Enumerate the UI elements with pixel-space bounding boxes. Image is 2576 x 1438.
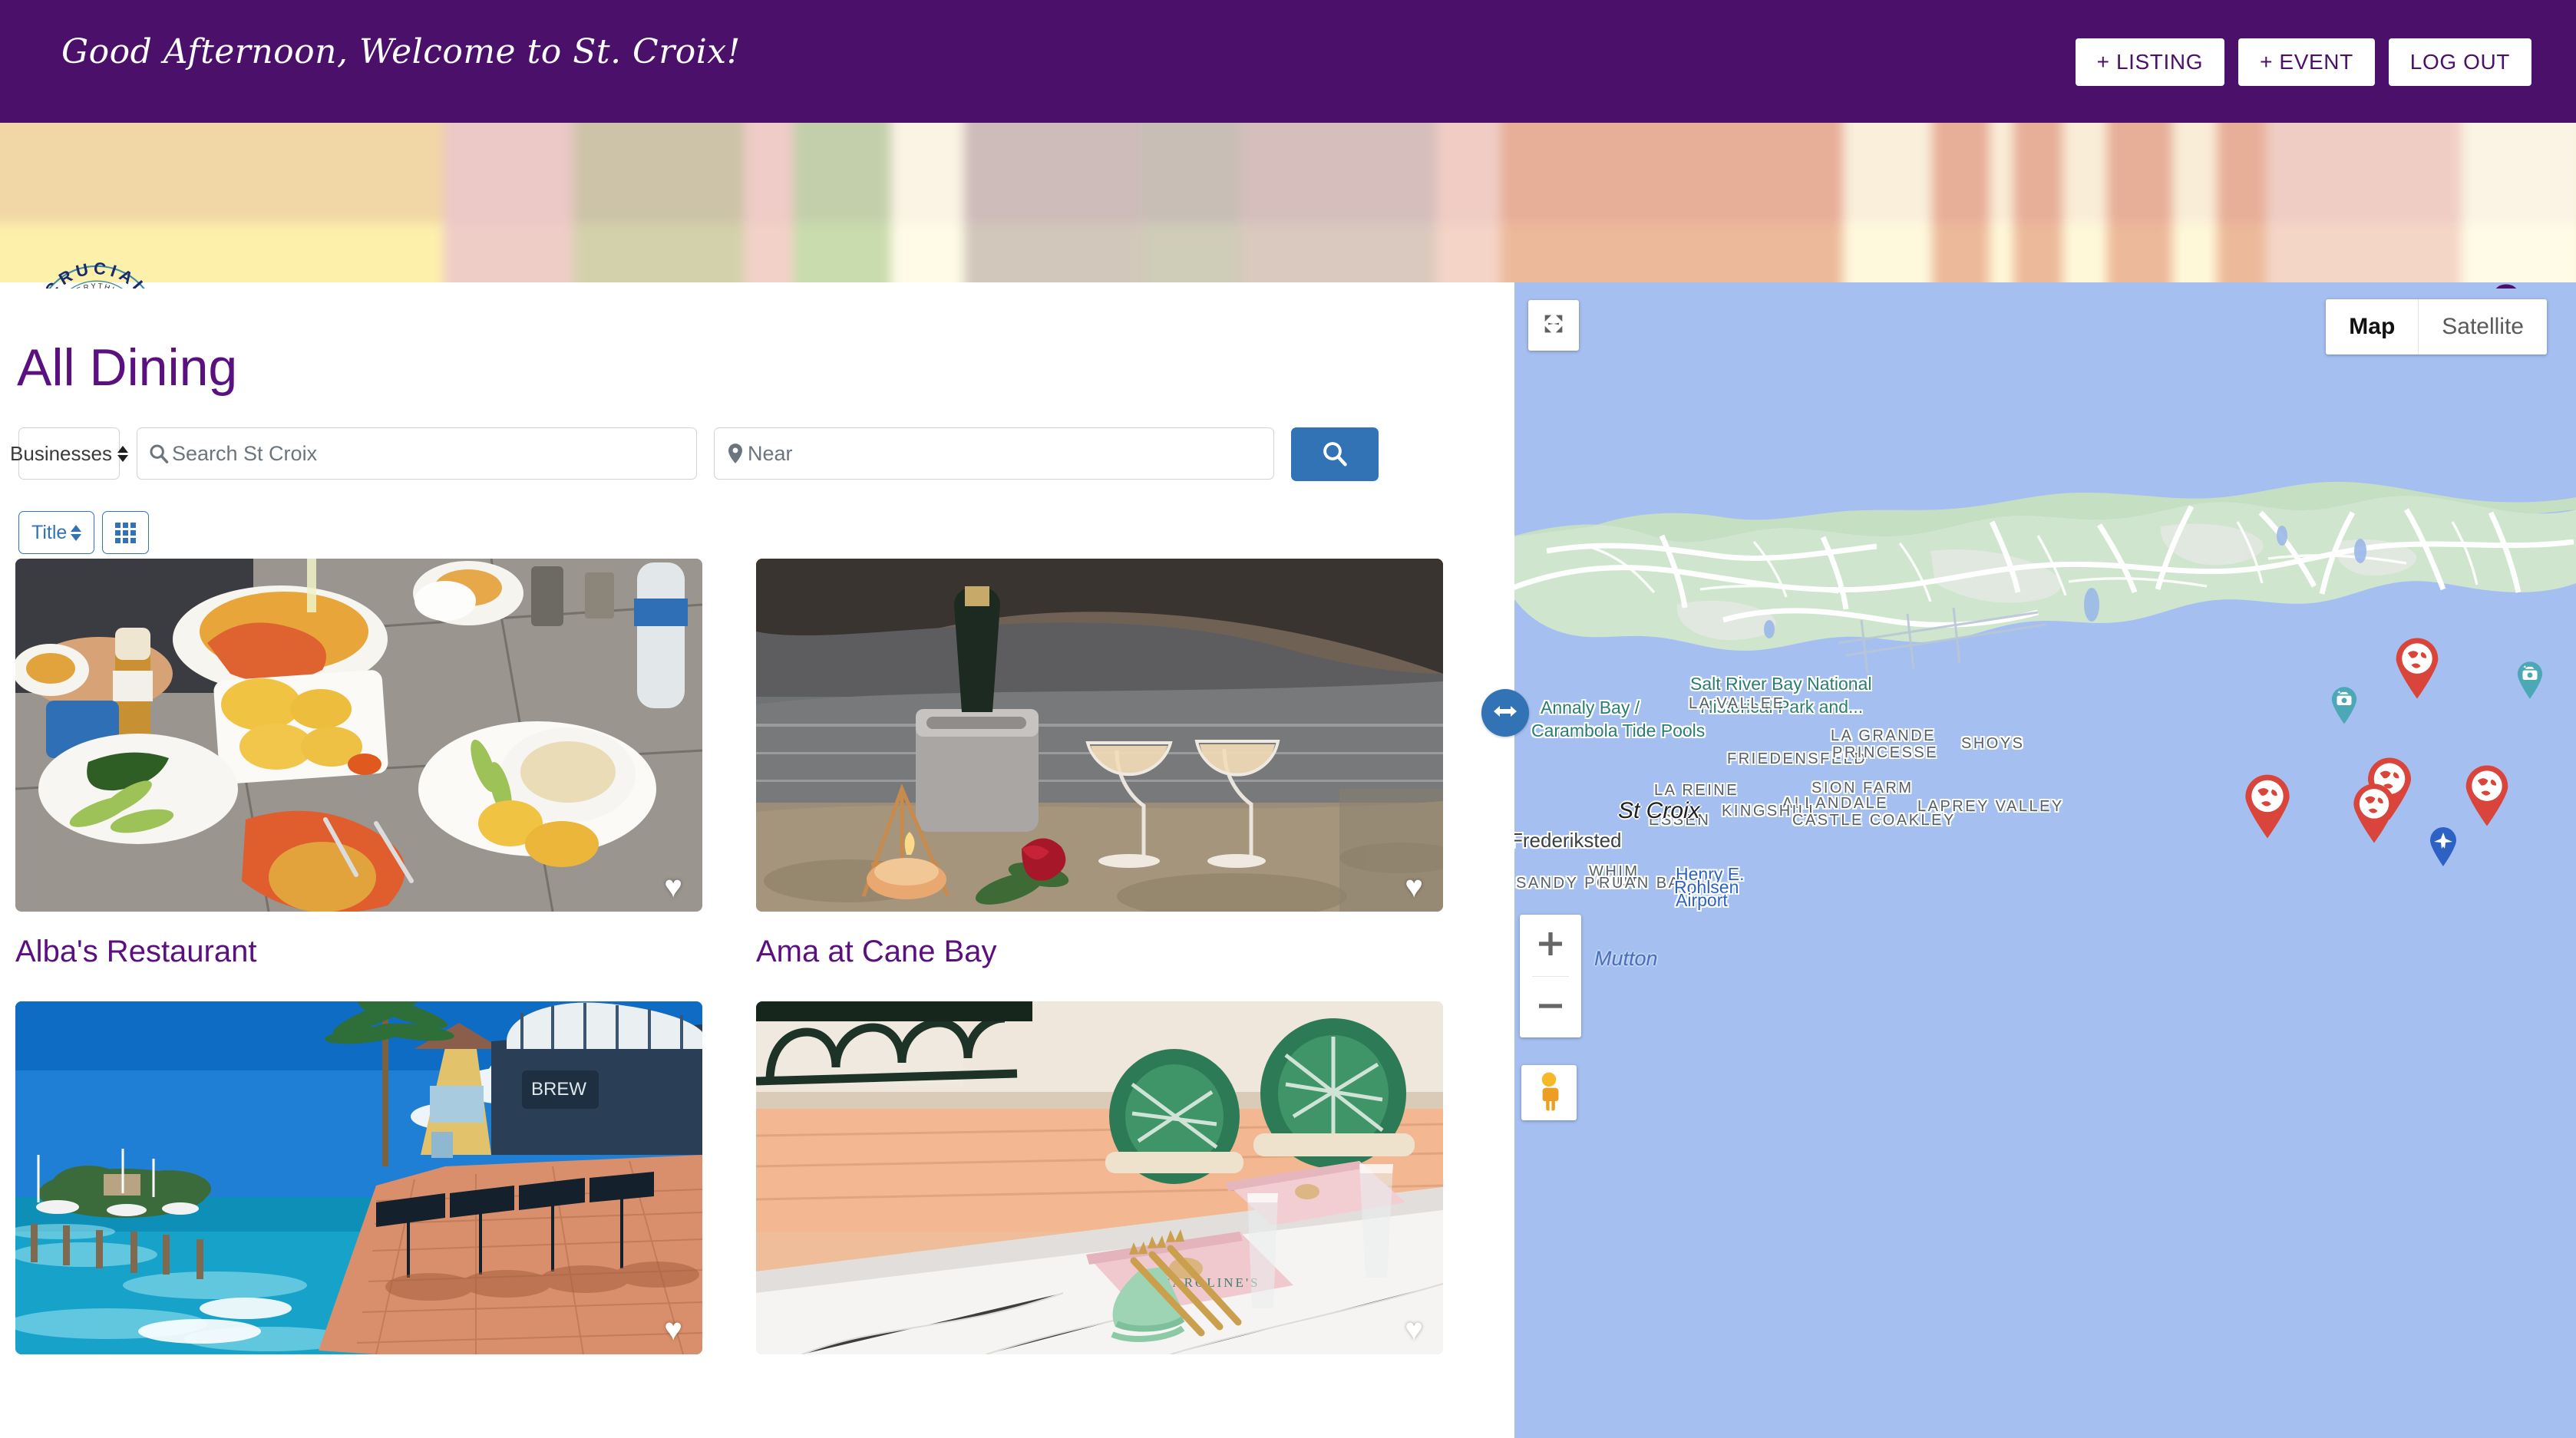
search-input[interactable] xyxy=(172,441,685,466)
panel-divider xyxy=(1494,282,1514,1438)
map-street-view-button[interactable] xyxy=(1521,1065,1577,1120)
listings-panel: All Dining Businesses Search St Croix Ne… xyxy=(0,282,1501,1438)
seafood-platter-photo xyxy=(15,559,702,912)
log-out-button[interactable]: LOG OUT xyxy=(2388,38,2531,86)
map-type-switch: Map Satellite xyxy=(2326,299,2547,355)
minus-icon xyxy=(1535,991,1566,1025)
page-title: All Dining xyxy=(17,338,238,397)
search-icon xyxy=(1321,440,1349,470)
listing-title[interactable]: Alba's Restaurant xyxy=(15,935,702,969)
listing-map-marker[interactable] xyxy=(2351,783,2397,844)
near-input[interactable] xyxy=(748,441,1263,466)
listing-thumbnail[interactable]: ♥ xyxy=(15,559,702,912)
grid-view-icon xyxy=(115,522,137,543)
champagne-by-the-sea-photo xyxy=(756,559,1443,912)
search-submit-button[interactable] xyxy=(1291,427,1379,481)
resize-panel-handle[interactable] xyxy=(1481,689,1529,737)
listing-card[interactable]: CAROLINE'S ♥ xyxy=(756,1001,1443,1377)
crucial-crucian-logo-icon: CRUCIAL CRUCIAN EVERYTHING ST. CROIX xyxy=(41,259,149,289)
favorite-heart-icon[interactable]: ♥ xyxy=(664,872,682,902)
poi-map-marker[interactable] xyxy=(2330,685,2359,725)
search-input-container[interactable] xyxy=(137,427,697,480)
listing-type-select-value: Businesses xyxy=(10,441,112,465)
favorite-heart-icon[interactable]: ♥ xyxy=(664,1314,682,1345)
sort-and-view-bar: Title xyxy=(18,511,150,554)
grid-view-toggle-button[interactable] xyxy=(102,511,150,554)
map-zoom-out-button[interactable] xyxy=(1520,977,1581,1038)
listing-card[interactable]: ♥ Alba's Restaurant xyxy=(15,559,702,969)
listing-title[interactable]: Ama at Cane Bay xyxy=(756,935,1443,969)
st-croix-map[interactable] xyxy=(1501,282,2576,1438)
navigation-strip: 1 CRUCIAL CRUCIAN EVERYTHING ST. CROIX xyxy=(0,123,2576,289)
location-pin-icon xyxy=(725,442,745,465)
listing-map-marker[interactable] xyxy=(2463,764,2511,827)
listing-map-marker[interactable] xyxy=(2393,637,2441,700)
sort-by-title-button[interactable]: Title xyxy=(18,511,95,554)
sort-arrows-icon xyxy=(71,524,82,541)
listing-thumbnail[interactable]: BREW ♥ xyxy=(15,1001,702,1354)
top-header-bar: Good Afternoon, Welcome to St. Croix! + … xyxy=(0,0,2576,123)
poi-map-marker[interactable] xyxy=(2515,660,2545,700)
map-type-map-button[interactable]: Map xyxy=(2326,299,2419,355)
map-fullscreen-button[interactable] xyxy=(1528,300,1579,351)
listing-thumbnail[interactable]: CAROLINE'S ♥ xyxy=(756,1001,1443,1354)
madras-plaid-background xyxy=(0,123,2576,289)
map-panel[interactable]: Salt River Bay National Historical Park … xyxy=(1501,282,2576,1438)
favorite-heart-icon[interactable]: ♥ xyxy=(1405,872,1423,902)
add-listing-button[interactable]: + LISTING xyxy=(2075,38,2225,86)
shopping-bag-icon[interactable] xyxy=(2482,284,2530,289)
fullscreen-icon xyxy=(1541,311,1567,341)
airport-map-marker[interactable] xyxy=(2428,826,2459,867)
svg-text:BREW: BREW xyxy=(531,1079,586,1100)
listing-card[interactable]: BREW ♥ xyxy=(15,1001,702,1377)
waterfront-boardwalk-photo: BREW xyxy=(15,1001,702,1354)
listing-type-select[interactable]: Businesses xyxy=(10,427,128,480)
near-input-container[interactable] xyxy=(714,427,1274,480)
table-setting-photo: CAROLINE'S xyxy=(756,1001,1443,1354)
resize-horizontal-icon xyxy=(1492,704,1518,722)
greeting-text: Good Afternoon, Welcome to St. Croix! xyxy=(61,32,741,71)
plus-icon xyxy=(1535,928,1566,963)
search-icon xyxy=(148,443,170,464)
listing-map-marker[interactable] xyxy=(2242,773,2293,839)
listing-card[interactable]: ♥ Ama at Cane Bay xyxy=(756,559,1443,969)
listing-cards-grid: ♥ Alba's Restaurant ♥ Ama at Cane Bay BR… xyxy=(15,559,1474,1377)
street-view-pegman-icon xyxy=(1532,1071,1566,1115)
search-filter-bar: Businesses xyxy=(10,427,1379,481)
map-zoom-controls xyxy=(1520,915,1581,1037)
header-actions: + LISTING + EVENT LOG OUT xyxy=(2075,38,2531,86)
sort-arrows-icon xyxy=(117,445,128,462)
sort-by-label: Title xyxy=(31,521,68,543)
listing-thumbnail[interactable]: ♥ xyxy=(756,559,1443,912)
site-logo[interactable]: CRUCIAL CRUCIAN EVERYTHING ST. CROIX xyxy=(29,259,164,289)
map-zoom-in-button[interactable] xyxy=(1520,915,1581,976)
favorite-heart-icon[interactable]: ♥ xyxy=(1405,1314,1423,1345)
map-type-satellite-button[interactable]: Satellite xyxy=(2418,299,2547,355)
add-event-button[interactable]: + EVENT xyxy=(2238,38,2375,86)
